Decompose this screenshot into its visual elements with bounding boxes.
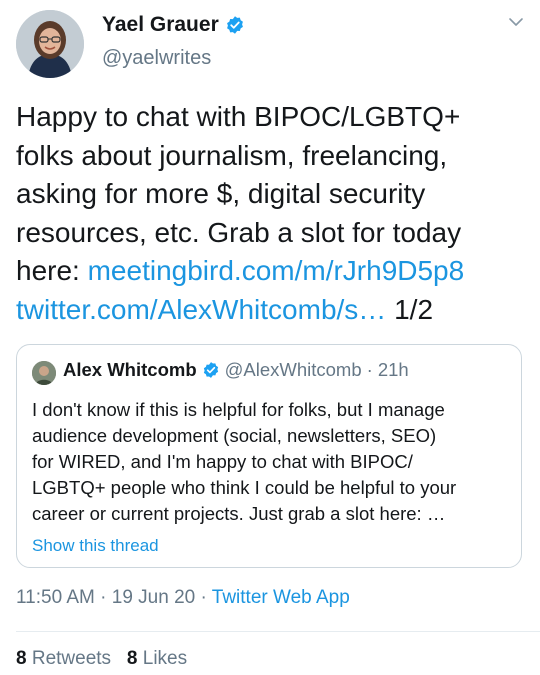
tweet-text-line: asking for more $, digital security: [16, 178, 426, 210]
tweet-meta: 11:50 AM · 19 Jun 20 · Twitter Web App: [16, 587, 350, 609]
quoted-tweet-link[interactable]: twitter.com/AlexWhitcomb/s…: [16, 294, 386, 325]
author-avatar[interactable]: [16, 10, 84, 78]
likes-stat[interactable]: 8 Likes: [127, 648, 187, 669]
verified-badge-icon: [225, 15, 245, 35]
tweet-text-line: Happy to chat with BIPOC/LGBTQ+: [16, 101, 461, 132]
meta-separator: ·: [195, 587, 212, 608]
meta-separator: ·: [366, 359, 373, 380]
author-handle[interactable]: @yaelwrites: [102, 47, 211, 70]
tweet-time[interactable]: 11:50 AM: [16, 587, 95, 608]
retweets-label: Retweets: [31, 648, 112, 669]
tweet-text-prefix: here:: [16, 255, 88, 287]
tweet-text-line: here: meetingbird.com/m/rJrh9D5p8: [16, 252, 528, 291]
quoted-time-ago[interactable]: 21h: [378, 359, 409, 381]
show-thread-link[interactable]: Show this thread: [32, 536, 159, 556]
tweet-text-line: folks about journalism, freelancing,: [16, 139, 448, 171]
likes-count: 8: [126, 648, 138, 669]
likes-label: Likes: [142, 648, 188, 669]
retweets-count: 8: [16, 648, 27, 669]
quoted-author-avatar[interactable]: [32, 361, 56, 385]
quoted-text-line: I don't know if this is helpful for folk…: [32, 399, 445, 420]
author-name-row[interactable]: Yael Grauer: [102, 13, 245, 37]
retweets-stat[interactable]: 8 Retweets: [16, 648, 111, 669]
meta-separator: ·: [94, 587, 112, 608]
tweet-text-line: twitter.com/AlexWhitcomb/s… 1/2: [16, 291, 528, 330]
engagement-stats: 8 Retweets 8 Likes: [16, 648, 187, 670]
tweet-date[interactable]: 19 Jun 20: [112, 587, 195, 608]
meetingbird-link[interactable]: meetingbird.com/m/rJrh9D5p8: [88, 255, 465, 286]
quoted-tweet-card[interactable]: Alex Whitcomb @AlexWhitcomb · 21h I don'…: [16, 344, 522, 568]
quoted-tweet-header: Alex Whitcomb @AlexWhitcomb · 21h: [63, 359, 409, 381]
tweet-text: Happy to chat with BIPOC/LGBTQ+ folks ab…: [16, 98, 528, 330]
quoted-text-line: audience development (social, newsletter…: [32, 425, 437, 446]
author-name[interactable]: Yael Grauer: [102, 13, 219, 37]
divider: [16, 631, 540, 632]
tweet-text-line: resources, etc. Grab a slot for today: [16, 216, 462, 248]
quoted-text-line: for WIRED, and I'm happy to chat with BI…: [32, 451, 413, 472]
quoted-text-line: career or current projects. Just grab a …: [32, 503, 446, 524]
quoted-author-name[interactable]: Alex Whitcomb: [63, 359, 197, 381]
thread-count: 1/2: [386, 293, 434, 325]
tweet-source-link[interactable]: Twitter Web App: [212, 587, 350, 608]
verified-badge-icon: [202, 361, 220, 379]
quoted-text-line: LGBTQ+ people who think I could be helpf…: [32, 477, 457, 498]
quoted-author-handle[interactable]: @AlexWhitcomb: [225, 359, 362, 381]
chevron-down-icon[interactable]: [508, 14, 524, 30]
quoted-tweet-text: I don't know if this is helpful for folk…: [32, 397, 512, 527]
